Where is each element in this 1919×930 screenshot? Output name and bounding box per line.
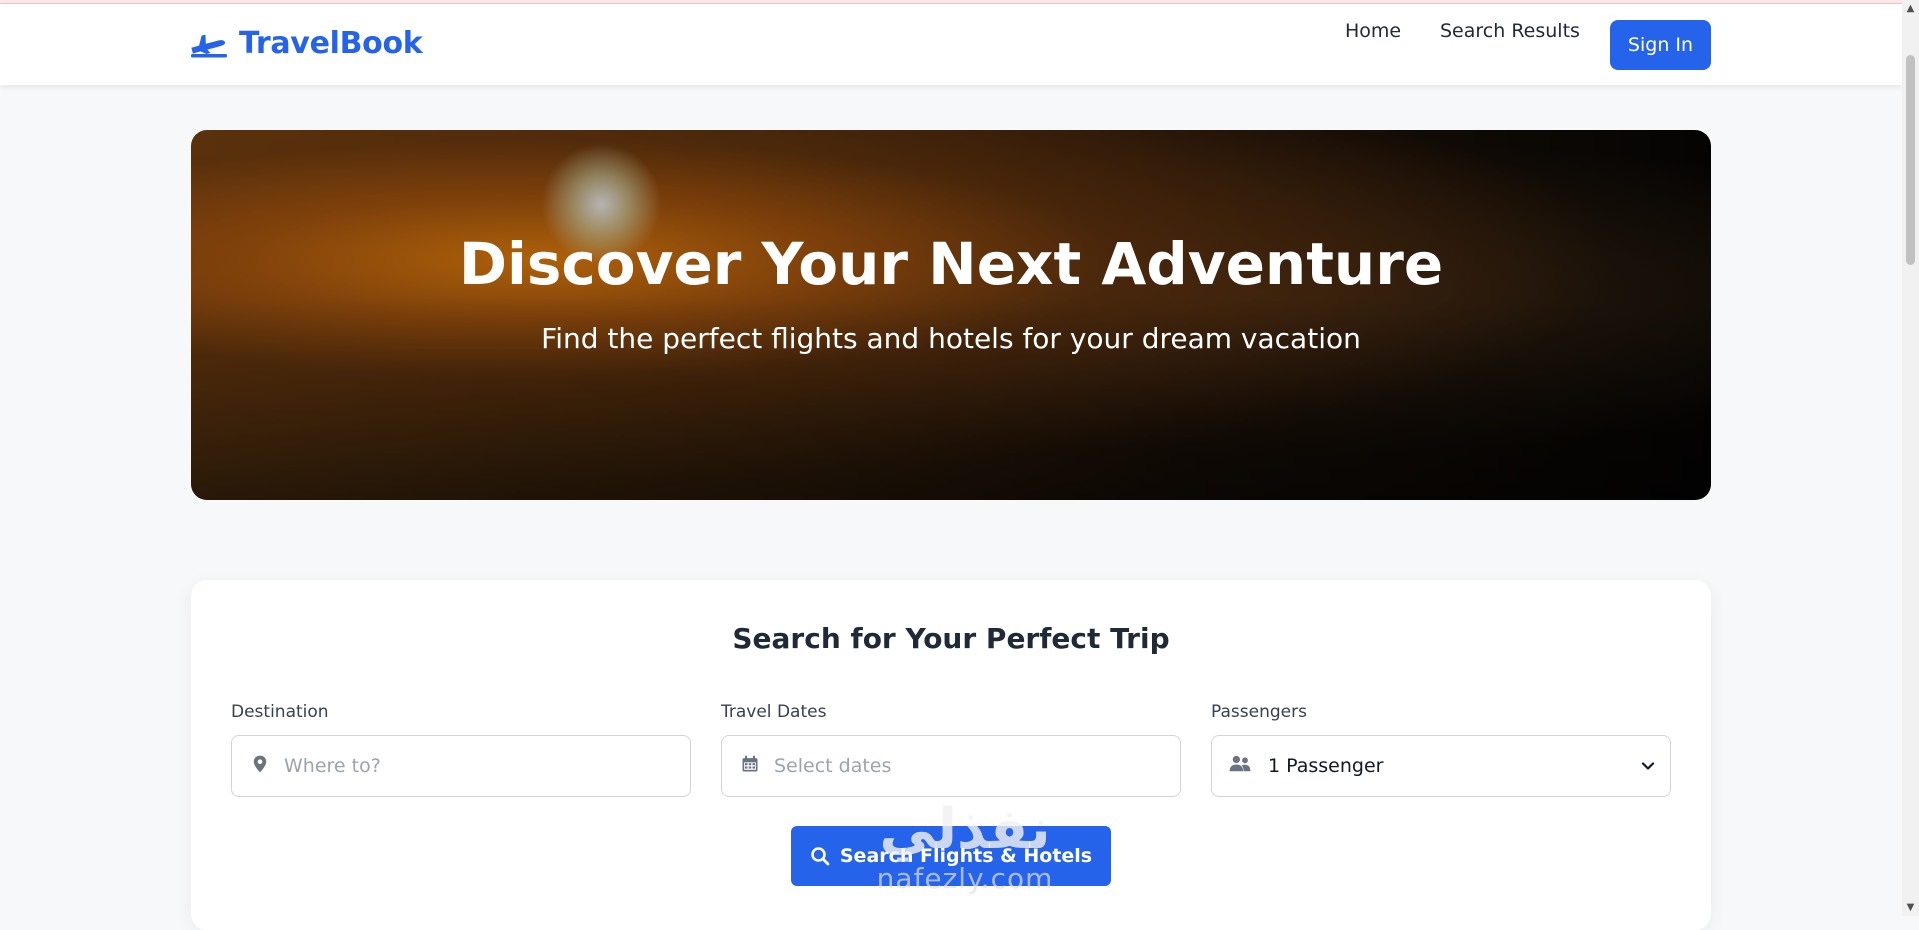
scroll-up-arrow-icon[interactable]: ▲ bbox=[1902, 0, 1919, 17]
passengers-label: Passengers bbox=[1211, 702, 1307, 722]
nav-home-link[interactable]: Home bbox=[1345, 20, 1401, 42]
chevron-down-icon bbox=[1641, 762, 1655, 770]
calendar-icon bbox=[738, 752, 762, 776]
destination-label: Destination bbox=[231, 702, 329, 722]
search-icon bbox=[811, 847, 830, 866]
hero-title: Discover Your Next Adventure bbox=[458, 230, 1444, 298]
hero-banner: Discover Your Next Adventure Find the pe… bbox=[191, 130, 1711, 500]
passengers-select[interactable]: 1 Passenger bbox=[1211, 735, 1671, 797]
vertical-scrollbar[interactable]: ▲ ▼ bbox=[1902, 0, 1919, 916]
users-icon bbox=[1228, 752, 1252, 776]
scrollbar-thumb[interactable] bbox=[1906, 55, 1915, 265]
search-flights-hotels-button[interactable]: Search Flights & Hotels bbox=[791, 826, 1111, 886]
scroll-down-arrow-icon[interactable]: ▼ bbox=[1902, 899, 1919, 916]
site-header: TravelBook Home Search Results Sign In bbox=[0, 4, 1902, 85]
map-pin-icon bbox=[248, 752, 272, 776]
travel-dates-label: Travel Dates bbox=[721, 702, 827, 722]
brand-name: TravelBook bbox=[239, 26, 423, 61]
travel-dates-input[interactable] bbox=[772, 736, 1172, 796]
hero-subtitle: Find the perfect flights and hotels for … bbox=[541, 322, 1361, 355]
search-card: Search for Your Perfect Trip Destination… bbox=[191, 580, 1711, 930]
sign-in-button[interactable]: Sign In bbox=[1610, 20, 1711, 70]
destination-input[interactable] bbox=[282, 736, 682, 796]
destination-field[interactable] bbox=[231, 735, 691, 797]
search-button-label: Search Flights & Hotels bbox=[839, 845, 1093, 867]
search-card-title: Search for Your Perfect Trip bbox=[732, 622, 1170, 655]
passengers-selected-value: 1 Passenger bbox=[1268, 755, 1384, 777]
nav-search-results-link[interactable]: Search Results bbox=[1440, 20, 1580, 42]
brand-logo[interactable]: TravelBook bbox=[189, 26, 423, 61]
airplane-icon bbox=[191, 34, 227, 57]
travel-dates-field[interactable] bbox=[721, 735, 1181, 797]
